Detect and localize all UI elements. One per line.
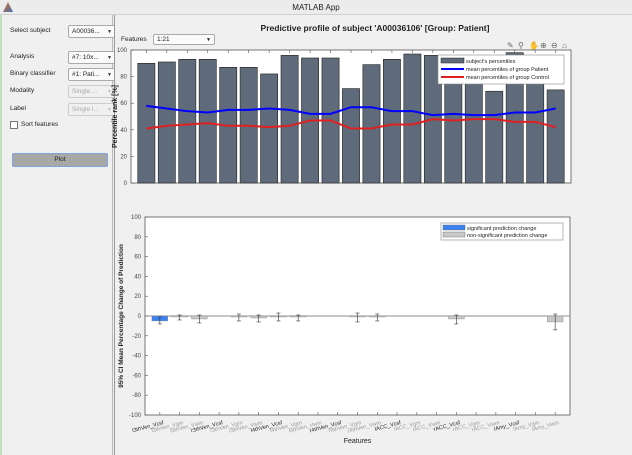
percentile-bar <box>178 59 197 184</box>
y-tick-label: 40 <box>120 128 127 134</box>
y-tick-label: 80 <box>120 75 127 81</box>
percentile-bar <box>260 73 279 184</box>
y-tick-label: 100 <box>117 48 128 54</box>
x-axis-label-2: Features <box>344 438 372 445</box>
percentile-bar <box>485 90 504 184</box>
y-tick-label: 80 <box>134 235 141 241</box>
legend-entry: significant prediction change <box>467 226 536 232</box>
y-tick-label: -60 <box>132 373 141 379</box>
y-tick-label: -100 <box>129 413 142 419</box>
y-tick-label: -80 <box>132 393 141 399</box>
y-axis-label-2: 95% CI Mean Percentage Change of Predict… <box>118 244 125 388</box>
percentile-bar <box>342 88 360 184</box>
legend-entry: mean percentiles of group Patient <box>466 67 549 73</box>
percentile-bar <box>157 61 176 184</box>
percentile-bar <box>198 59 217 184</box>
legend-swatch <box>442 224 466 231</box>
y-tick-label: 60 <box>134 255 141 261</box>
legend-entry: subject's percentiles <box>466 59 516 65</box>
y-tick-label: 0 <box>138 314 142 320</box>
y-tick-label: 20 <box>134 294 141 300</box>
percentile-bar <box>383 59 401 184</box>
y-tick-label: 40 <box>134 274 141 280</box>
charts: 0 20 40 60 80 100 Percentile rank [%] subject's… <box>112 48 572 445</box>
legend-swatch <box>442 231 466 238</box>
percentile-bar <box>362 64 381 184</box>
legend-swatch <box>440 57 465 64</box>
percentile-bar <box>546 89 565 184</box>
percentile-bar <box>403 53 422 184</box>
percentile-bar <box>137 62 156 184</box>
y-tick-label: 100 <box>131 215 142 221</box>
y-tick-label: 0 <box>124 181 128 187</box>
y-tick-label: -20 <box>132 334 141 340</box>
legend-entry: non-significant prediction change <box>467 233 547 239</box>
y-tick-label: 20 <box>120 154 127 160</box>
y-tick-label: -40 <box>132 354 141 360</box>
percentile-bar <box>464 69 483 184</box>
legend-entry: mean percentiles of group Control <box>466 75 549 81</box>
percentile-bar <box>280 55 299 184</box>
y-tick-label: 60 <box>120 101 127 107</box>
y-axis-label-1: Percentile rank [%] <box>112 85 119 148</box>
